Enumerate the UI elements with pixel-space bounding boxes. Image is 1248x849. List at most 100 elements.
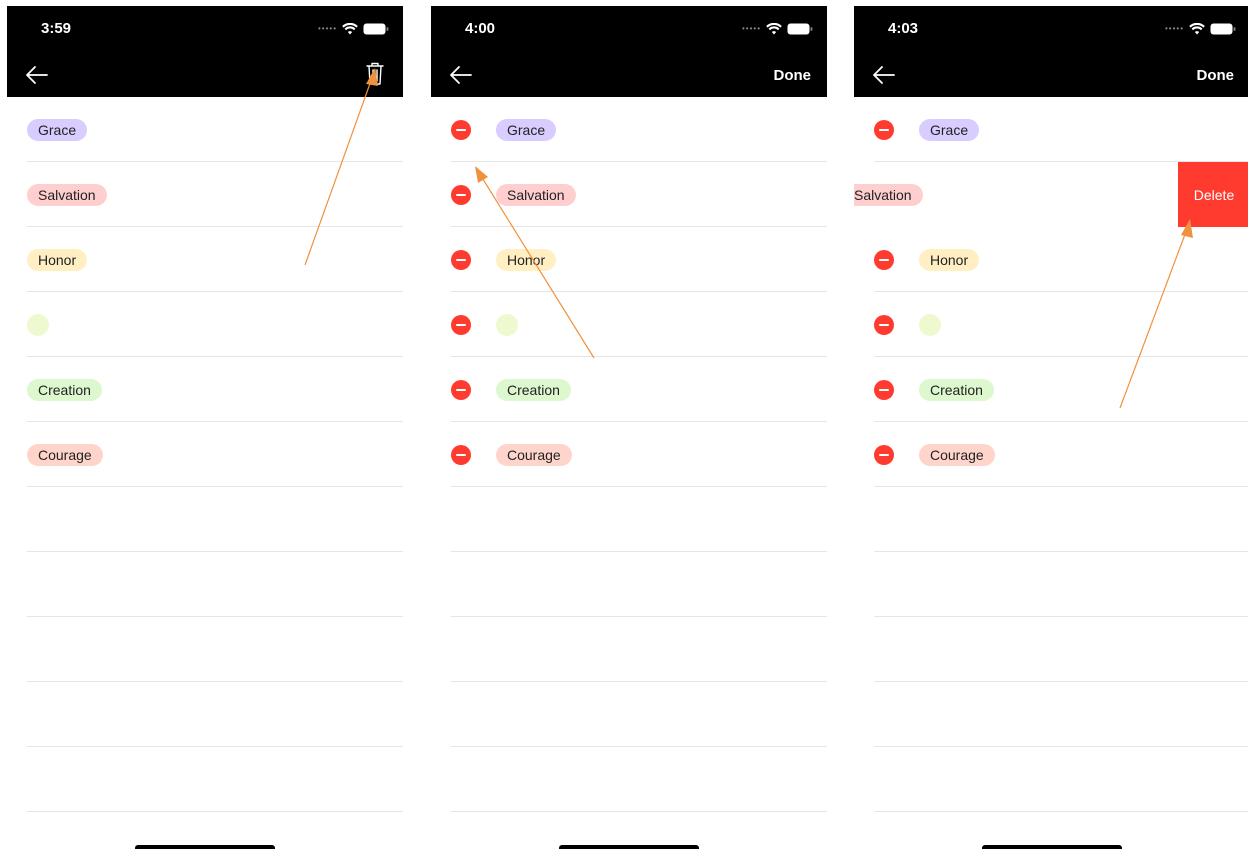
status-bar: 4:00 ••••• xyxy=(431,6,827,54)
empty-row xyxy=(431,747,827,812)
battery-icon xyxy=(1210,23,1236,35)
tag-list: Grace Salvation Honor Creation Courage xyxy=(7,97,403,812)
nav-bar: Done xyxy=(431,54,827,97)
empty-row xyxy=(7,747,403,812)
tag-chip: Grace xyxy=(27,119,88,141)
empty-row xyxy=(431,552,827,617)
status-icons: ••••• xyxy=(318,23,389,35)
screen-1: 3:59 ••••• Grace Salvation Honor Creatio… xyxy=(7,6,403,849)
battery-icon xyxy=(363,23,389,35)
tag-chip: Courage xyxy=(919,444,995,466)
status-time: 4:03 xyxy=(888,20,919,37)
tag-chip: Honor xyxy=(496,249,557,271)
trash-icon[interactable] xyxy=(365,62,385,86)
status-icons: ••••• xyxy=(1165,23,1236,35)
list-row[interactable]: Salvation xyxy=(431,162,827,227)
tag-chip: Honor xyxy=(919,249,980,271)
delete-minus-icon[interactable] xyxy=(874,380,894,400)
tag-chip: Grace xyxy=(919,119,980,141)
nav-bar: Done xyxy=(854,54,1248,97)
empty-row xyxy=(854,747,1248,812)
delete-minus-icon[interactable] xyxy=(874,120,894,140)
empty-row xyxy=(7,552,403,617)
delete-minus-icon[interactable] xyxy=(451,250,471,270)
empty-row xyxy=(7,682,403,747)
empty-row xyxy=(431,682,827,747)
list-row[interactable]: Grace xyxy=(854,97,1248,162)
list-row[interactable]: Courage xyxy=(7,422,403,487)
status-bar: 3:59 ••••• xyxy=(7,6,403,54)
list-row[interactable] xyxy=(7,292,403,357)
list-row[interactable]: Grace xyxy=(7,97,403,162)
empty-row xyxy=(854,552,1248,617)
delete-button[interactable]: Delete xyxy=(1178,162,1248,227)
row-divider xyxy=(27,811,403,812)
delete-minus-icon[interactable] xyxy=(874,250,894,270)
list-row[interactable]: Grace xyxy=(431,97,827,162)
back-arrow-icon[interactable] xyxy=(449,65,473,85)
status-time: 4:00 xyxy=(465,20,496,37)
list-row-swiped[interactable]: Salvation Delete xyxy=(854,162,1248,227)
done-button[interactable]: Done xyxy=(1197,67,1235,84)
list-row[interactable]: Honor xyxy=(431,227,827,292)
list-row[interactable] xyxy=(854,292,1248,357)
battery-icon xyxy=(787,23,813,35)
tag-chip: Creation xyxy=(27,379,102,401)
wifi-icon xyxy=(1189,23,1205,35)
delete-minus-icon[interactable] xyxy=(451,380,471,400)
tag-list: Grace Salvation Delete Honor Creation Cou… xyxy=(854,97,1248,812)
status-time: 3:59 xyxy=(41,20,72,37)
tag-chip: Creation xyxy=(496,379,571,401)
tag-chip: Honor xyxy=(27,249,88,271)
list-row[interactable] xyxy=(431,292,827,357)
tag-chip: Courage xyxy=(27,444,103,466)
empty-row xyxy=(431,617,827,682)
home-indicator xyxy=(982,845,1122,849)
delete-minus-icon[interactable] xyxy=(451,120,471,140)
list-row[interactable]: Creation xyxy=(431,357,827,422)
tag-chip: Courage xyxy=(496,444,572,466)
signal-icon: ••••• xyxy=(1164,24,1184,33)
tag-chip-empty xyxy=(919,314,941,336)
empty-row xyxy=(854,617,1248,682)
list-row[interactable]: Creation xyxy=(854,357,1248,422)
nav-bar xyxy=(7,54,403,97)
tag-chip: Salvation xyxy=(854,184,923,206)
delete-minus-icon[interactable] xyxy=(451,185,471,205)
back-arrow-icon[interactable] xyxy=(872,65,896,85)
list-row[interactable]: Courage xyxy=(854,422,1248,487)
empty-row xyxy=(7,487,403,552)
signal-icon: ••••• xyxy=(741,24,761,33)
home-indicator xyxy=(135,845,275,849)
list-row[interactable]: Courage xyxy=(431,422,827,487)
delete-minus-icon[interactable] xyxy=(451,445,471,465)
tag-chip: Salvation xyxy=(496,184,576,206)
wifi-icon xyxy=(766,23,782,35)
tag-chip: Creation xyxy=(919,379,994,401)
list-row[interactable]: Honor xyxy=(7,227,403,292)
back-arrow-icon[interactable] xyxy=(25,65,49,85)
tag-chip: Salvation xyxy=(27,184,107,206)
tag-chip-empty xyxy=(496,314,518,336)
list-row[interactable]: Honor xyxy=(854,227,1248,292)
delete-minus-icon[interactable] xyxy=(874,315,894,335)
delete-minus-icon[interactable] xyxy=(874,445,894,465)
tag-chip: Grace xyxy=(496,119,557,141)
empty-row xyxy=(7,617,403,682)
status-icons: ••••• xyxy=(742,23,813,35)
screen-3: 4:03 ••••• Done Grace Salvation Delete Ho… xyxy=(854,6,1248,849)
delete-minus-icon[interactable] xyxy=(451,315,471,335)
status-bar: 4:03 ••••• xyxy=(854,6,1248,54)
empty-row xyxy=(431,487,827,552)
tag-list: Grace Salvation Honor Creation Courage xyxy=(431,97,827,812)
wifi-icon xyxy=(342,23,358,35)
empty-row xyxy=(854,682,1248,747)
list-row[interactable]: Creation xyxy=(7,357,403,422)
row-divider xyxy=(874,811,1248,812)
list-row[interactable]: Salvation xyxy=(7,162,403,227)
done-button[interactable]: Done xyxy=(774,67,812,84)
tag-chip-empty xyxy=(27,314,49,336)
home-indicator xyxy=(559,845,699,849)
signal-icon: ••••• xyxy=(317,24,337,33)
empty-row xyxy=(854,487,1248,552)
